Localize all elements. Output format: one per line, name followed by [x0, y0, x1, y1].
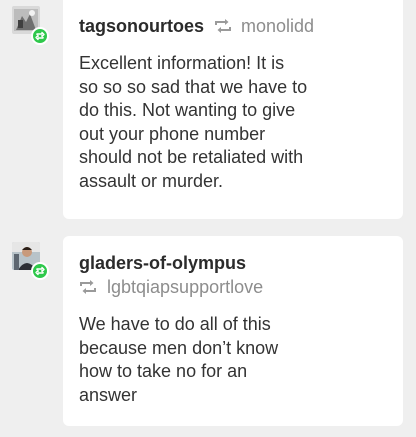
reblogged-from-link[interactable]: lgbtqiapsupportlove: [107, 277, 263, 298]
reblog-icon: [214, 18, 232, 34]
post-2: gladers-of-olympus lgbtqiapsupportlove W…: [0, 236, 416, 431]
post-card: gladers-of-olympus lgbtqiapsupportlove W…: [63, 236, 403, 426]
reblog-source-line: lgbtqiapsupportlove: [79, 276, 387, 298]
reblog-badge-icon: [31, 262, 49, 280]
post-card: tagsonourtoes monolidd Excellent informa…: [63, 0, 403, 219]
reblog-icon: [79, 279, 97, 295]
post-username[interactable]: gladers-of-olympus: [79, 253, 246, 274]
reblog-badge-icon: [31, 27, 49, 45]
post-header: gladers-of-olympus: [79, 252, 387, 274]
post-username[interactable]: tagsonourtoes: [79, 16, 204, 37]
post-body-text: Excellent information! It is so so so sa…: [79, 53, 308, 191]
reblogged-from-link[interactable]: monolidd: [241, 16, 314, 37]
post-body-text: We have to do all of this because men do…: [79, 314, 279, 405]
post-header: tagsonourtoes monolidd: [79, 15, 387, 37]
post-1: tagsonourtoes monolidd Excellent informa…: [0, 0, 416, 220]
